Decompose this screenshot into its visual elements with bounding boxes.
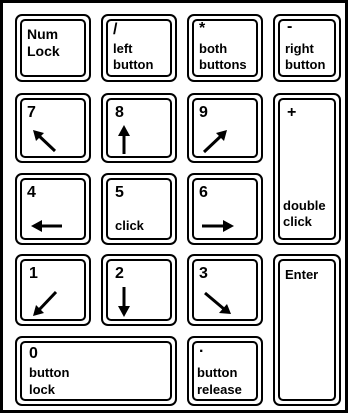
- divide-symbol: /: [113, 21, 118, 38]
- key-3-digit: 3: [199, 265, 208, 282]
- multiply-label-line1: both: [199, 41, 228, 56]
- enter-key[interactable]: Enter: [273, 254, 341, 406]
- plus-symbol: +: [287, 104, 297, 121]
- up-right-arrow-icon: [202, 130, 227, 154]
- left-arrow-icon: [31, 220, 62, 232]
- key-3[interactable]: 3: [187, 254, 263, 326]
- key-1-digit: 1: [29, 265, 38, 282]
- minus-key[interactable]: - right button: [273, 14, 341, 82]
- decimal-label-line2: release: [197, 382, 242, 397]
- plus-label-line1: double: [283, 198, 326, 213]
- down-arrow-icon: [118, 287, 130, 317]
- multiply-label-line2: buttons: [199, 57, 247, 72]
- key-1[interactable]: 1: [15, 254, 91, 326]
- decimal-key[interactable]: . button release: [187, 336, 263, 406]
- num-lock-label-line1: Num: [27, 26, 59, 42]
- divide-label-line2: button: [113, 57, 154, 72]
- multiply-symbol: *: [199, 20, 206, 37]
- key-6-digit: 6: [199, 184, 208, 201]
- key-7-digit: 7: [27, 104, 36, 121]
- multiply-key[interactable]: * both buttons: [187, 14, 263, 82]
- plus-label-line2: click: [283, 214, 312, 229]
- key-0[interactable]: 0 button lock: [15, 336, 177, 406]
- decimal-label-line1: button: [197, 365, 238, 380]
- enter-label: Enter: [285, 267, 319, 282]
- key-5-label: click: [115, 218, 144, 233]
- minus-symbol: -: [287, 18, 293, 35]
- down-right-arrow-icon: [204, 291, 231, 314]
- key-4-digit: 4: [27, 184, 36, 201]
- up-left-arrow-icon: [33, 130, 57, 153]
- key-5-digit: 5: [115, 184, 124, 201]
- num-lock-key[interactable]: Num Lock: [15, 14, 91, 82]
- key-4[interactable]: 4: [15, 173, 91, 245]
- minus-label-line1: right: [285, 41, 314, 56]
- key-6[interactable]: 6: [187, 173, 263, 245]
- minus-label-line2: button: [285, 57, 326, 72]
- key-2-digit: 2: [115, 265, 124, 282]
- key-9[interactable]: 9: [187, 93, 263, 163]
- down-left-arrow-icon: [33, 290, 58, 316]
- right-arrow-icon: [202, 220, 234, 232]
- key-8-digit: 8: [115, 104, 124, 121]
- key-5[interactable]: 5 click: [101, 173, 177, 245]
- key-0-digit: 0: [29, 345, 38, 362]
- up-arrow-icon: [118, 125, 130, 154]
- divide-key[interactable]: / left button: [101, 14, 177, 82]
- num-lock-label-line2: Lock: [27, 43, 60, 59]
- key-7[interactable]: 7: [15, 93, 91, 163]
- key-2[interactable]: 2: [101, 254, 177, 326]
- plus-key[interactable]: + double click: [273, 93, 341, 245]
- divide-label-line1: left: [113, 41, 133, 56]
- keypad-diagram: Num Lock / left button * both buttons - …: [0, 0, 348, 413]
- numeric-keypad: Num Lock / left button * both buttons - …: [0, 0, 348, 413]
- decimal-symbol: .: [199, 339, 204, 356]
- key-0-label-line1: button: [29, 365, 70, 380]
- key-0-label-line2: lock: [29, 382, 56, 397]
- key-9-digit: 9: [199, 104, 208, 121]
- key-8[interactable]: 8: [101, 93, 177, 163]
